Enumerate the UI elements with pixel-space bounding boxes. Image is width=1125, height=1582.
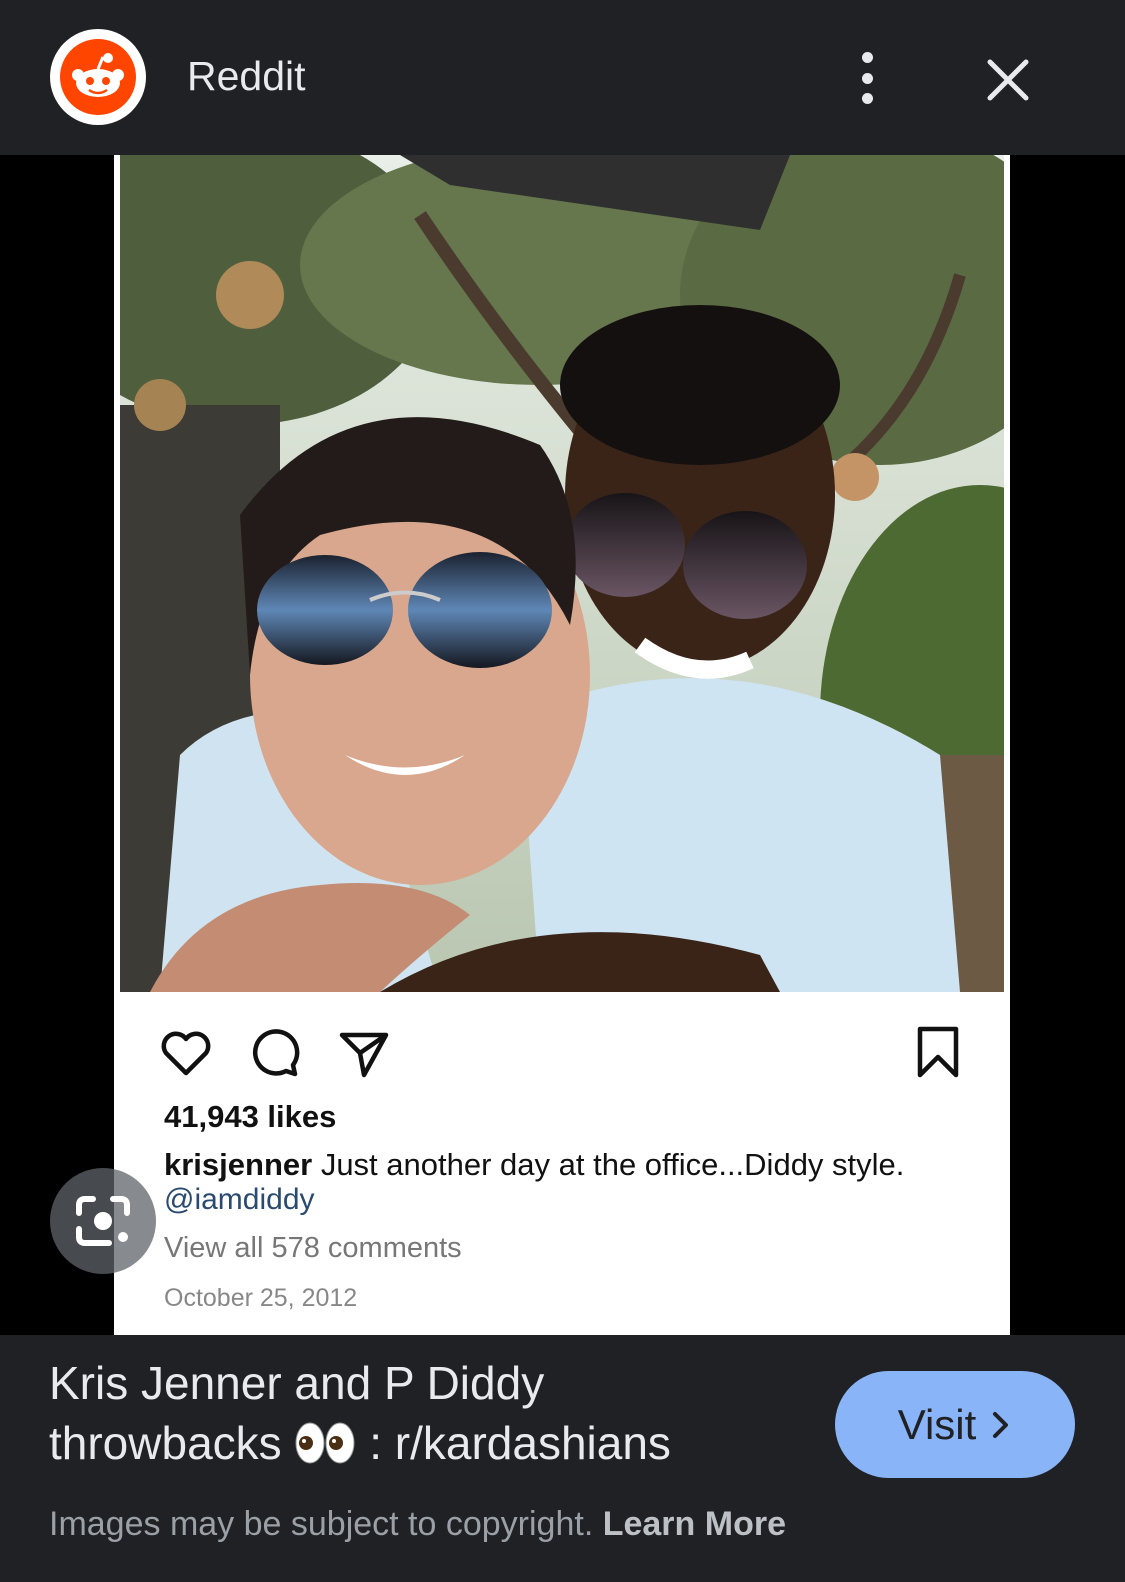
- likes-count: 41,943 likes: [164, 1099, 337, 1134]
- result-title-link[interactable]: Kris Jenner and P Diddy throwbacks : r/k…: [49, 1353, 809, 1473]
- post-actions: [158, 1025, 978, 1081]
- result-title-line2: throwbacks : r/kardashians: [49, 1417, 671, 1469]
- comment-icon: [252, 1029, 300, 1077]
- caption-username[interactable]: krisjenner: [164, 1147, 312, 1182]
- chevron-right-icon: [993, 1411, 1009, 1438]
- post-caption: krisjenner Just another day at the offic…: [164, 1145, 984, 1185]
- visit-button[interactable]: Visit: [835, 1371, 1075, 1478]
- caption-text: Just another day at the office...Diddy s…: [312, 1147, 905, 1182]
- top-bar: Reddit: [0, 0, 1125, 155]
- instagram-post-image: 41,943 likes krisjenner Just another day…: [114, 155, 1010, 1335]
- post-photo: [120, 155, 1004, 992]
- more-vert-icon: [861, 52, 873, 63]
- image-viewer[interactable]: 41,943 likes krisjenner Just another day…: [0, 155, 1125, 1335]
- google-lens-button[interactable]: [50, 1168, 156, 1274]
- share-button[interactable]: [336, 1025, 392, 1081]
- result-title-line1: Kris Jenner and P Diddy: [49, 1357, 545, 1409]
- eyes-emoji-icon: [294, 1417, 356, 1469]
- heart-icon: [161, 1031, 211, 1076]
- like-button[interactable]: [158, 1025, 214, 1081]
- lens-icon: [76, 1196, 130, 1246]
- close-button[interactable]: [980, 52, 1036, 108]
- copyright-notice: Images may be subject to copyright. Lear…: [49, 1505, 786, 1543]
- more-options-button[interactable]: [842, 46, 892, 110]
- post-date: October 25, 2012: [164, 1284, 358, 1312]
- bookmark-icon: [917, 1026, 959, 1078]
- caption-mention[interactable]: @iamdiddy: [164, 1183, 315, 1217]
- site-name: Reddit: [187, 53, 306, 99]
- view-comments-link[interactable]: View all 578 comments: [164, 1232, 462, 1265]
- learn-more-link[interactable]: Learn More: [603, 1505, 786, 1543]
- visit-label: Visit: [897, 1400, 977, 1448]
- result-info-panel: Kris Jenner and P Diddy throwbacks : r/k…: [0, 1335, 1125, 1582]
- close-icon: [987, 59, 1029, 101]
- comment-button[interactable]: [246, 1025, 302, 1081]
- share-icon: [339, 1032, 389, 1078]
- bookmark-button[interactable]: [910, 1025, 966, 1081]
- reddit-logo-icon: [50, 29, 146, 125]
